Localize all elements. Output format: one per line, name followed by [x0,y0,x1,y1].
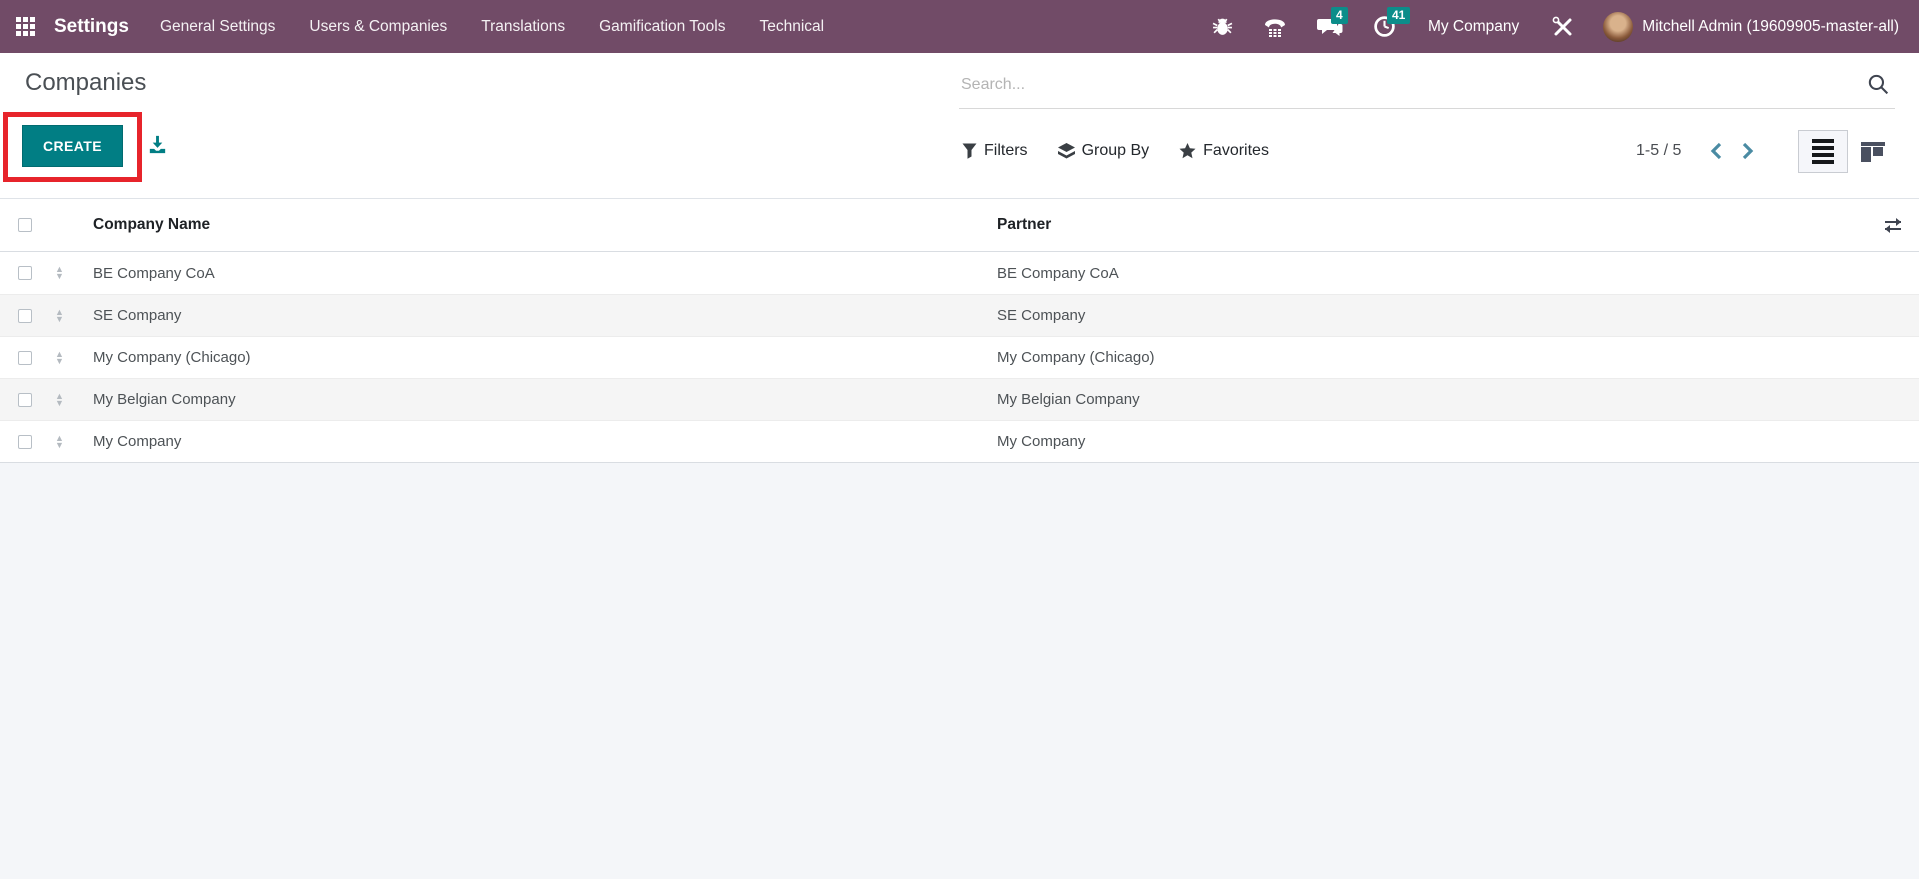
filter-icon [962,143,977,159]
activities-badge: 41 [1386,7,1411,24]
pager-range: 1-5 / 5 [1636,142,1682,159]
top-navbar: Settings General Settings Users & Compan… [0,0,1919,53]
companies-list: Company Name Partner ▲ ▼ BE Company CoA B… [0,199,1919,879]
page-title: Companies [25,69,147,96]
table-row[interactable]: ▲ ▼ My Belgian Company My Belgian Company [0,378,1919,420]
messages-button[interactable]: 4 [1305,0,1355,53]
table-header-row: Company Name Partner [0,199,1919,252]
filter-bar: Filters Group By Favorites [962,131,1269,171]
partner-cell[interactable]: SE Company [979,307,1867,324]
tools-icon [1552,16,1572,35]
company-name-cell[interactable]: My Company [75,433,979,450]
row-checkbox[interactable] [18,392,32,407]
activities-button[interactable]: 41 [1361,0,1411,53]
group-by-menu[interactable]: Group By [1057,142,1150,160]
row-checkbox[interactable] [18,434,32,449]
list-view-icon [1812,139,1834,164]
search-bar[interactable]: Search... [959,65,1895,109]
chevron-left-icon [1711,142,1722,160]
select-all-checkbox[interactable] [18,218,32,232]
debug-bug-button[interactable] [1200,0,1245,53]
create-button[interactable]: CREATE [22,125,123,167]
menu-technical[interactable]: Technical [742,0,841,53]
kanban-view-button[interactable] [1848,130,1898,173]
partner-cell[interactable]: My Belgian Company [979,391,1867,408]
group-by-label: Group By [1081,142,1150,159]
apps-grid-icon [15,17,35,36]
filters-label: Filters [984,142,1028,159]
row-checkbox[interactable] [18,350,32,365]
phone-icon [1264,18,1285,37]
tools-button[interactable] [1539,0,1587,53]
pager-next-button[interactable] [1732,138,1763,164]
partner-cell[interactable]: My Company (Chicago) [979,349,1867,366]
company-name-cell[interactable]: My Company (Chicago) [75,349,979,366]
download-icon [149,135,166,154]
header-company-name[interactable]: Company Name [75,216,979,234]
table-row[interactable]: ▲ ▼ BE Company CoA BE Company CoA [0,252,1919,294]
company-name-cell[interactable]: SE Company [75,307,979,324]
company-switcher[interactable]: My Company [1414,18,1533,36]
partner-cell[interactable]: My Company [979,433,1867,450]
menu-users-companies[interactable]: Users & Companies [292,0,464,53]
avatar [1603,11,1634,42]
favorites-star-icon [1179,143,1196,159]
favorites-menu[interactable]: Favorites [1179,142,1269,160]
user-menu[interactable]: Mitchell Admin (19609905-master-all) [1593,11,1903,42]
table-row[interactable]: ▲ ▼ My Company (Chicago) My Company (Chic… [0,336,1919,378]
list-view-button[interactable] [1798,130,1848,173]
control-panel: Companies CREATE Search... Filters Group… [0,53,1919,199]
kanban-view-icon [1861,141,1885,162]
view-switcher [1798,130,1898,173]
drag-handle-icon[interactable]: ▲ ▼ [55,433,64,449]
user-name: Mitchell Admin (19609905-master-all) [1642,17,1899,35]
search-placeholder: Search... [961,76,1026,93]
row-checkbox[interactable] [18,308,32,323]
header-partner[interactable]: Partner [979,216,1867,234]
drag-handle-icon[interactable]: ▲ ▼ [55,265,64,281]
export-button[interactable] [146,133,169,161]
app-name[interactable]: Settings [54,16,129,38]
table-row[interactable]: ▲ ▼ My Company My Company [0,420,1919,462]
pager-previous-button[interactable] [1701,138,1732,164]
messages-badge: 4 [1330,7,1348,24]
main-menu: General Settings Users & Companies Trans… [143,0,841,53]
support-phone-button[interactable] [1251,0,1299,53]
optional-columns-icon[interactable] [1884,217,1902,234]
group-by-icon [1057,143,1075,159]
row-checkbox[interactable] [18,266,32,280]
header-check-cell [0,218,44,232]
apps-menu-button[interactable] [0,0,50,53]
bug-icon [1212,18,1233,35]
systray: 4 41 My Company Mitchell Admin (19609905… [1200,0,1903,53]
menu-translations[interactable]: Translations [464,0,582,53]
partner-cell[interactable]: BE Company CoA [979,265,1867,282]
favorites-label: Favorites [1203,142,1269,159]
header-options-cell [1867,217,1919,234]
table-row[interactable]: ▲ ▼ SE Company SE Company [0,294,1919,336]
drag-handle-icon[interactable]: ▲ ▼ [55,349,64,365]
pager: 1-5 / 5 [1636,131,1763,171]
chevron-right-icon [1743,142,1754,160]
menu-general-settings[interactable]: General Settings [143,0,292,53]
content-background [0,462,1919,879]
drag-handle-icon[interactable]: ▲ ▼ [55,391,64,407]
company-name-cell[interactable]: BE Company CoA [75,265,979,282]
menu-gamification-tools[interactable]: Gamification Tools [582,0,742,53]
company-name-cell[interactable]: My Belgian Company [75,391,979,408]
filters-menu[interactable]: Filters [962,142,1028,160]
search-icon[interactable] [1866,72,1891,102]
drag-handle-icon[interactable]: ▲ ▼ [55,307,64,323]
